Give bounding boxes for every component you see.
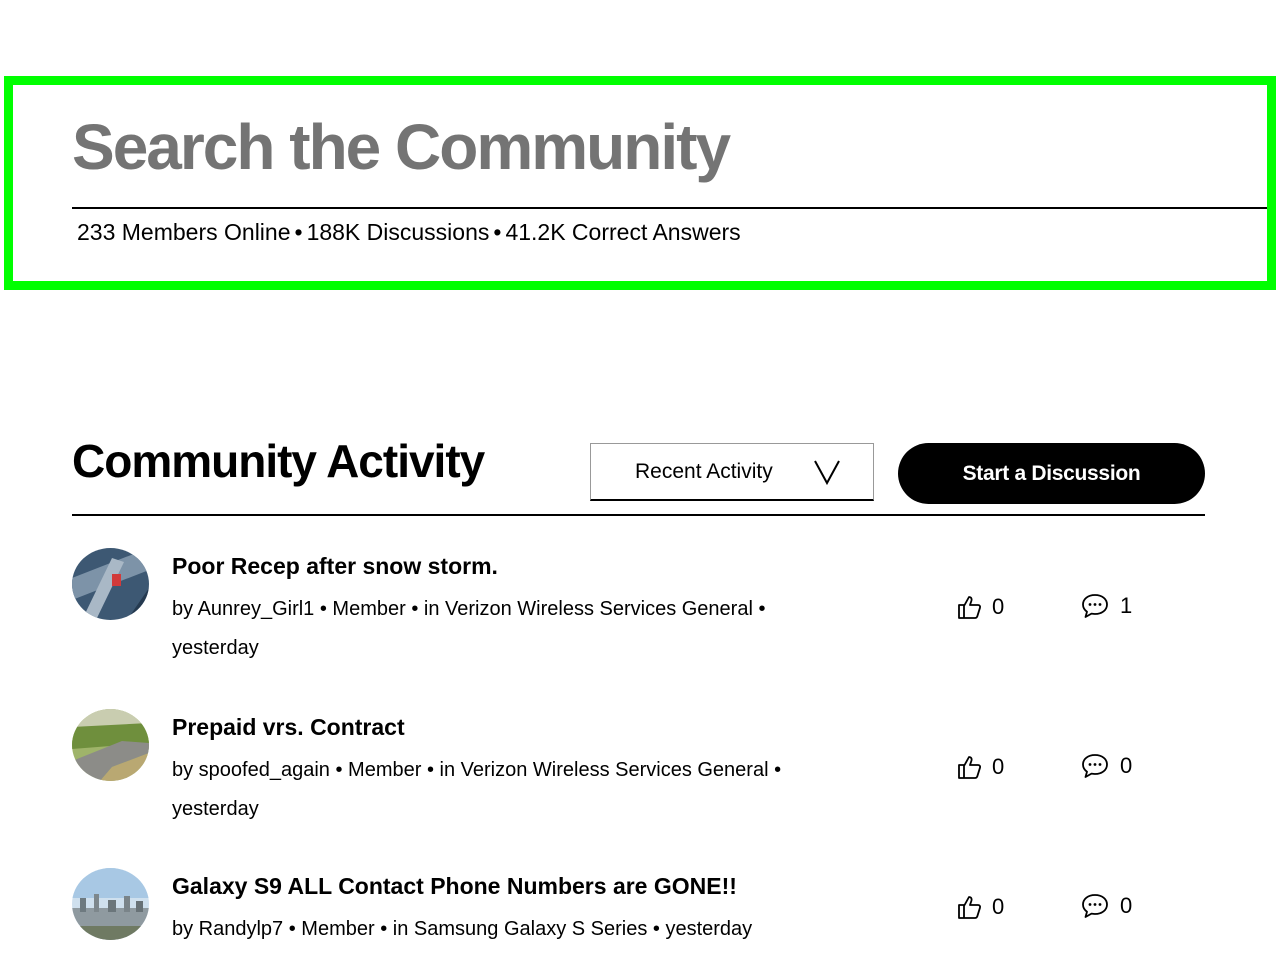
post-meta: by Aunrey_Girl1 • Member • in Verizon Wi… (172, 590, 852, 668)
post-author-link[interactable]: by Randylp7 (172, 918, 283, 940)
post-role: • Member • (335, 759, 434, 781)
speech-bubble-icon (1082, 594, 1108, 618)
like-count-value: 0 (992, 594, 1005, 619)
start-discussion-button[interactable]: Start a Discussion (898, 443, 1205, 504)
thumbs-up-icon (958, 896, 982, 919)
discussions-count: 188K Discussions (306, 219, 490, 245)
avatar[interactable] (72, 548, 149, 620)
like-count[interactable]: 0 (956, 754, 1004, 780)
filter-selected-label: Recent Activity (635, 459, 773, 483)
reply-count[interactable]: 0 (1080, 752, 1132, 780)
post-title-link[interactable]: Galaxy S9 ALL Contact Phone Numbers are … (172, 873, 737, 900)
thumbs-up-icon (958, 756, 982, 779)
highlight-frame (4, 76, 1276, 290)
thumbs-up-icon (958, 596, 982, 619)
post-author-link[interactable]: by Aunrey_Girl1 (172, 598, 314, 620)
post-title-link[interactable]: Poor Recep after snow storm. (172, 553, 498, 580)
reply-count[interactable]: 1 (1080, 592, 1132, 620)
post-author-link[interactable]: by spoofed_again (172, 759, 330, 781)
speech-bubble-icon (1082, 754, 1108, 778)
separator: • (493, 219, 502, 245)
reply-count-value: 0 (1120, 753, 1133, 778)
page-title: Search the Community (72, 111, 731, 183)
divider (72, 207, 1267, 209)
post-time: yesterday (172, 798, 259, 820)
like-count[interactable]: 0 (956, 894, 1004, 920)
post-time: yesterday (665, 918, 753, 940)
post-board-link[interactable]: in Verizon Wireless Services General • (424, 598, 766, 620)
community-stats: 233 Members Online • 188K Discussions • 41.2… (77, 219, 741, 246)
correct-answers-count: 41.2K Correct Answers (505, 219, 741, 245)
chevron-down-icon (814, 460, 840, 485)
divider (72, 514, 1205, 516)
speech-bubble-icon (1082, 894, 1108, 918)
separator: • (294, 219, 303, 245)
post-role: • Member • (319, 598, 419, 620)
post-role: • Member • (288, 918, 388, 940)
like-count-value: 0 (992, 894, 1005, 919)
avatar[interactable] (72, 868, 149, 940)
like-count[interactable]: 0 (956, 594, 1004, 620)
reply-count-value: 1 (1120, 593, 1133, 618)
like-count-value: 0 (992, 754, 1005, 779)
reply-count-value: 0 (1120, 893, 1133, 918)
post-board-link[interactable]: in Verizon Wireless Services General • (440, 759, 782, 781)
post-title-link[interactable]: Prepaid vrs. Contract (172, 714, 405, 741)
post-meta: by Randylp7 • Member • in Samsung Galaxy… (172, 910, 852, 949)
members-online: 233 Members Online (77, 219, 291, 245)
reply-count[interactable]: 0 (1080, 892, 1132, 920)
avatar[interactable] (72, 709, 149, 781)
post-board-link[interactable]: in Samsung Galaxy S Series • (393, 918, 660, 940)
section-title: Community Activity (72, 435, 485, 487)
post-time: yesterday (172, 637, 259, 659)
activity-filter-select[interactable]: Recent Activity (590, 443, 874, 501)
post-meta: by spoofed_again • Member • in Verizon W… (172, 751, 852, 829)
